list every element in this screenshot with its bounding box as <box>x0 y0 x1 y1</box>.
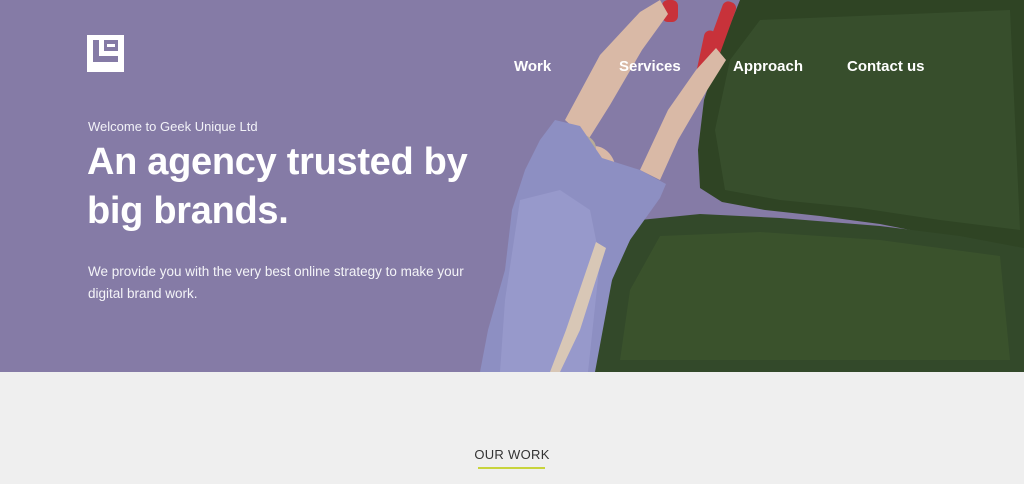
our-work-underline <box>478 467 545 469</box>
hero-section: Work Services Approach Contact us Welcom… <box>0 0 1024 372</box>
hero-eyebrow: Welcome to Geek Unique Ltd <box>88 119 258 134</box>
nav-item-contact-us[interactable]: Contact us <box>847 58 925 75</box>
main-nav: Work Services Approach Contact us <box>0 58 1024 80</box>
nav-item-services[interactable]: Services <box>619 58 681 75</box>
nav-item-work[interactable]: Work <box>514 58 551 75</box>
hero-description: We provide you with the very best online… <box>88 264 464 301</box>
our-work-title: OUR WORK <box>474 447 550 462</box>
hero-headline: An agency trusted by big brands. <box>87 141 468 232</box>
nav-item-approach[interactable]: Approach <box>733 58 803 75</box>
